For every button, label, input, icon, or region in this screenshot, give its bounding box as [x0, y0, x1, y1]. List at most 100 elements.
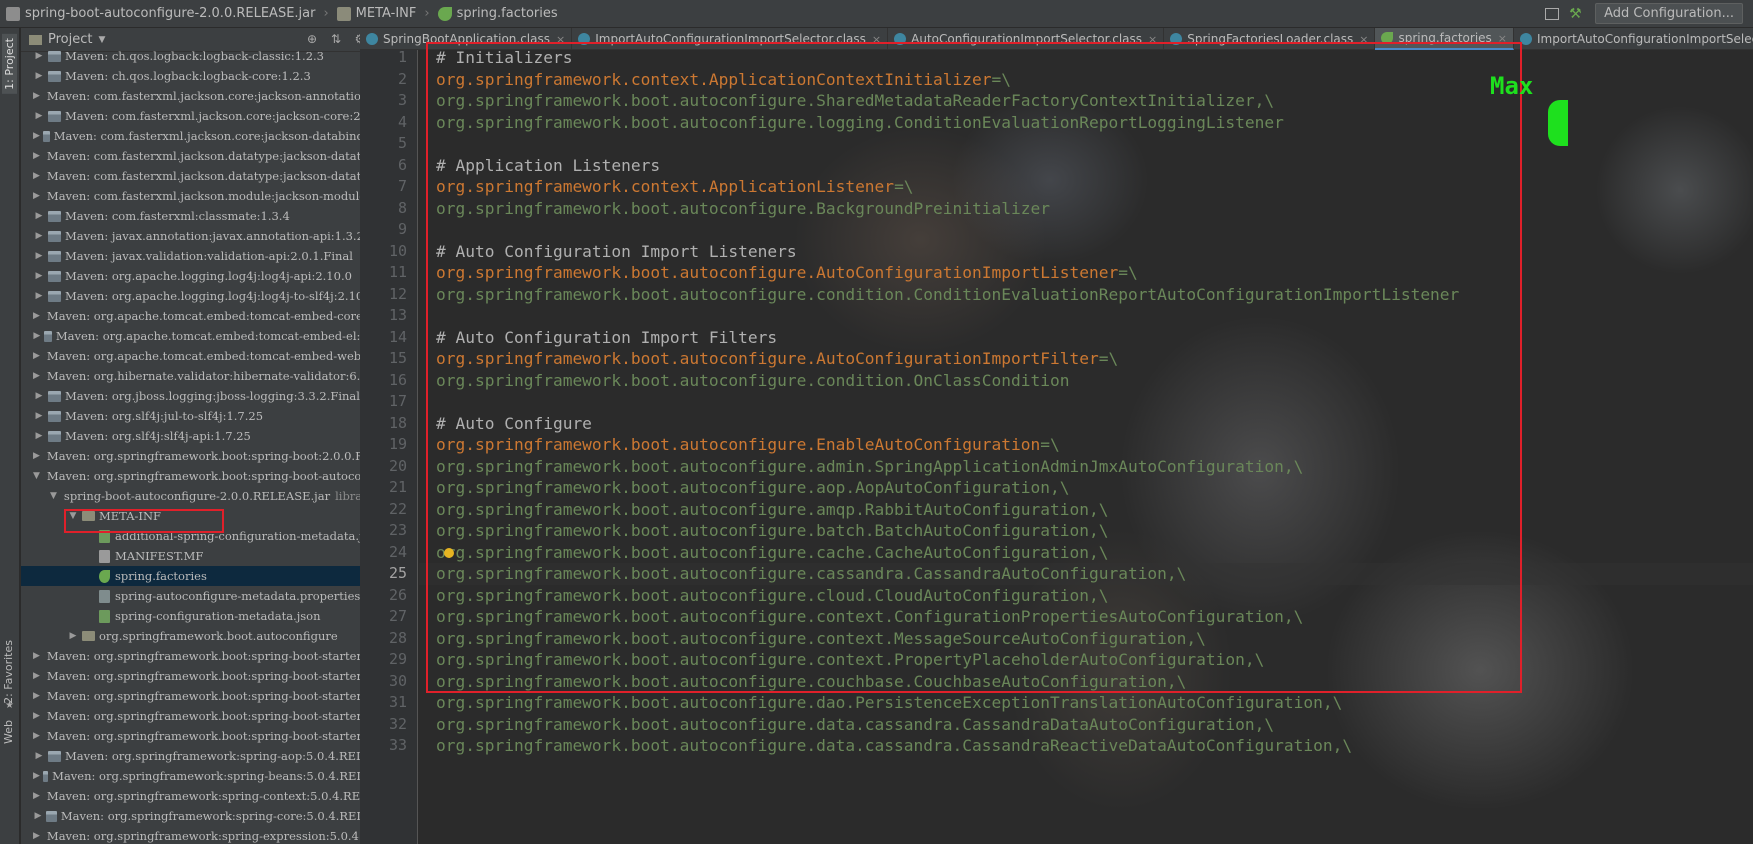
tree-row[interactable]: ▶ Maven: org.apache.tomcat.embed:tomcat-e… [21, 306, 397, 326]
add-configuration-button[interactable]: Add Configuration... [1595, 3, 1743, 24]
tree-row[interactable]: ▶ Maven: ch.qos.logback:logback-core:1.2.… [21, 66, 397, 86]
code-editor[interactable]: 1 2 3 4 5 6 7 8 9 10 11 12 13 14 15 16 17 18 19 20 21 22 23 24 2… [360, 50, 1753, 844]
collapsed-arrow-icon[interactable]: ▶ [33, 771, 40, 781]
window-icon[interactable] [1545, 7, 1560, 20]
collapsed-arrow-icon[interactable]: ▶ [33, 51, 45, 61]
tree-row[interactable]: spring.factories [21, 566, 397, 586]
build-hammer-icon[interactable]: ⚒ [1569, 6, 1585, 22]
tree-row[interactable]: ▶ Maven: org.springframework.boot:spring-… [21, 726, 397, 746]
collapsed-arrow-icon[interactable]: ▶ [33, 191, 40, 201]
tree-row[interactable]: spring-configuration-metadata.json [21, 606, 397, 626]
editor-tab[interactable]: spring.factories × [1375, 28, 1515, 50]
project-tool-tab[interactable]: 1: Project [2, 34, 17, 94]
collapsed-arrow-icon[interactable]: ▶ [33, 71, 45, 81]
editor-tab[interactable]: AutoConfigurationImportSelector.class × [888, 28, 1165, 50]
favorites-tool-tab[interactable]: 2: Favorites [2, 640, 15, 704]
collapsed-arrow-icon[interactable]: ▶ [33, 451, 40, 461]
tree-row[interactable]: ▶ Maven: org.springframework:spring-expre… [21, 826, 397, 844]
collapsed-arrow-icon[interactable]: ▶ [33, 91, 40, 101]
collapsed-arrow-icon[interactable]: ▶ [33, 331, 41, 341]
tree-row[interactable]: ▶ Maven: org.apache.tomcat.embed:tomcat-e… [21, 326, 397, 346]
breadcrumb-spring-factories[interactable]: spring.factories [432, 0, 564, 28]
editor-tab[interactable]: ImportAutoConfigurationImportSelector.cl… [572, 28, 889, 50]
collapse-all-icon[interactable]: ⇅ [329, 32, 343, 46]
intention-bulb-icon[interactable] [444, 548, 454, 558]
tree-row[interactable]: ▶ Maven: com.fasterxml.jackson.core:jacks… [21, 106, 397, 126]
collapsed-arrow-icon[interactable]: ▶ [33, 171, 40, 181]
tree-row[interactable]: ▶ Maven: com.fasterxml.jackson.core:jacks… [21, 126, 397, 146]
tree-row[interactable]: ▶ Maven: org.apache.tomcat.embed:tomcat-e… [21, 346, 397, 366]
tree-row[interactable]: ▶ Maven: com.fasterxml.jackson.datatype:j… [21, 166, 397, 186]
tree-row[interactable]: ▶ Maven: com.fasterxml:classmate:1.3.4 [21, 206, 397, 226]
tree-row[interactable]: ▶ Maven: org.slf4j:slf4j-api:1.7.25 [21, 426, 397, 446]
tree-row[interactable]: ▶ Maven: com.fasterxml.jackson.module:jac… [21, 186, 397, 206]
tree-row[interactable]: ▶ Maven: com.fasterxml.jackson.core:jacks… [21, 86, 397, 106]
tree-row[interactable]: ▶ Maven: org.springframework.boot:spring-… [21, 666, 397, 686]
expanded-arrow-icon[interactable]: ▼ [50, 491, 57, 501]
tree-row[interactable]: ▶ Maven: javax.validation:validation-api:… [21, 246, 397, 266]
collapsed-arrow-icon[interactable]: ▶ [33, 831, 40, 841]
close-icon[interactable]: × [872, 33, 881, 46]
expanded-arrow-icon[interactable]: ▼ [33, 471, 40, 481]
collapsed-arrow-icon[interactable]: ▶ [33, 231, 45, 241]
tree-row[interactable]: ▶ Maven: org.springframework:spring-beans… [21, 766, 397, 786]
collapsed-arrow-icon[interactable]: ▶ [67, 631, 79, 641]
editor-tab[interactable]: ImportAutoConfigurationImportSelector× [1514, 28, 1753, 50]
tree-row[interactable]: ▶ Maven: org.springframework.boot:spring-… [21, 686, 397, 706]
tree-row[interactable]: MANIFEST.MF [21, 546, 397, 566]
collapsed-arrow-icon[interactable]: ▶ [33, 311, 40, 321]
tree-row[interactable]: ▶ Maven: javax.annotation:javax.annotatio… [21, 226, 397, 246]
collapsed-arrow-icon[interactable]: ▶ [33, 811, 43, 821]
collapsed-arrow-icon[interactable]: ▶ [33, 651, 40, 661]
tree-row[interactable]: ▶ Maven: com.fasterxml.jackson.datatype:j… [21, 146, 397, 166]
close-icon[interactable]: × [556, 33, 565, 46]
tree-row[interactable]: ▶ Maven: org.springframework.boot:spring-… [21, 446, 397, 466]
tree-row[interactable]: ▼ Maven: org.springframework.boot:spring-… [21, 466, 397, 486]
editor-tab[interactable]: SpringBootApplication.class × [360, 28, 573, 50]
collapsed-arrow-icon[interactable]: ▶ [33, 751, 45, 761]
chevron-down-icon[interactable]: ▼ [98, 35, 105, 45]
collapsed-arrow-icon[interactable]: ▶ [33, 251, 45, 261]
collapsed-arrow-icon[interactable]: ▶ [33, 351, 40, 361]
collapsed-arrow-icon[interactable]: ▶ [33, 111, 45, 121]
collapsed-arrow-icon[interactable]: ▶ [33, 431, 45, 441]
tree-row[interactable]: ▶ Maven: org.springframework.boot:spring-… [21, 706, 397, 726]
collapsed-arrow-icon[interactable]: ▶ [33, 691, 40, 701]
tree-row[interactable]: ▼ META-INF [21, 506, 397, 526]
collapsed-arrow-icon[interactable]: ▶ [33, 151, 40, 161]
close-icon[interactable]: × [1359, 33, 1368, 46]
tree-row[interactable]: ▶ Maven: org.apache.logging.log4j:log4j-t… [21, 286, 397, 306]
collapsed-arrow-icon[interactable]: ▶ [33, 791, 40, 801]
tree-row[interactable]: ▶ Maven: org.springframework:spring-aop:5… [21, 746, 397, 766]
tree-row[interactable]: ▶ Maven: org.hibernate.validator:hibernat… [21, 366, 397, 386]
tree-row[interactable]: ▶ Maven: org.jboss.logging:jboss-logging:… [21, 386, 397, 406]
expanded-arrow-icon[interactable]: ▼ [67, 511, 79, 521]
collapsed-arrow-icon[interactable]: ▶ [33, 271, 45, 281]
collapsed-arrow-icon[interactable]: ▶ [33, 711, 40, 721]
tree-row[interactable]: ▶ org.springframework.boot.autoconfigure [21, 626, 397, 646]
tree-row[interactable]: ▶ Maven: org.springframework:spring-core:… [21, 806, 397, 826]
collapsed-arrow-icon[interactable]: ▶ [33, 411, 45, 421]
editor-tab[interactable]: SpringFactoriesLoader.class × [1164, 28, 1376, 50]
tree-row[interactable]: ▶ Maven: ch.qos.logback:logback-classic:1… [21, 46, 397, 66]
collapsed-arrow-icon[interactable]: ▶ [33, 371, 40, 381]
collapsed-arrow-icon[interactable]: ▶ [33, 211, 45, 221]
tree-row[interactable]: ▶ Maven: org.slf4j:jul-to-slf4j:1.7.25 [21, 406, 397, 426]
locate-icon[interactable]: ⊕ [305, 32, 319, 46]
close-icon[interactable]: × [1498, 32, 1507, 45]
tree-row[interactable]: spring-autoconfigure-metadata.properties [21, 586, 397, 606]
breadcrumb-jar[interactable]: spring-boot-autoconfigure-2.0.0.RELEASE.… [0, 0, 321, 28]
collapsed-arrow-icon[interactable]: ▶ [33, 131, 40, 141]
tree-row[interactable]: additional-spring-configuration-metadata… [21, 526, 397, 546]
tree-row[interactable]: ▶ Maven: org.springframework:spring-conte… [21, 786, 397, 806]
tree-row[interactable]: ▶ Maven: org.springframework.boot:spring-… [21, 646, 397, 666]
web-tool-tab[interactable]: Web [2, 720, 15, 744]
breadcrumb-meta-inf[interactable]: META-INF [331, 0, 423, 28]
collapsed-arrow-icon[interactable]: ▶ [33, 671, 40, 681]
tree-row[interactable]: ▼ spring-boot-autoconfigure-2.0.0.RELEASE… [21, 486, 397, 506]
collapsed-arrow-icon[interactable]: ▶ [33, 291, 45, 301]
tree-row[interactable]: ▶ Maven: org.apache.logging.log4j:log4j-a… [21, 266, 397, 286]
project-panel-title[interactable]: Project [48, 32, 92, 47]
collapsed-arrow-icon[interactable]: ▶ [33, 391, 45, 401]
collapsed-arrow-icon[interactable]: ▶ [33, 731, 40, 741]
